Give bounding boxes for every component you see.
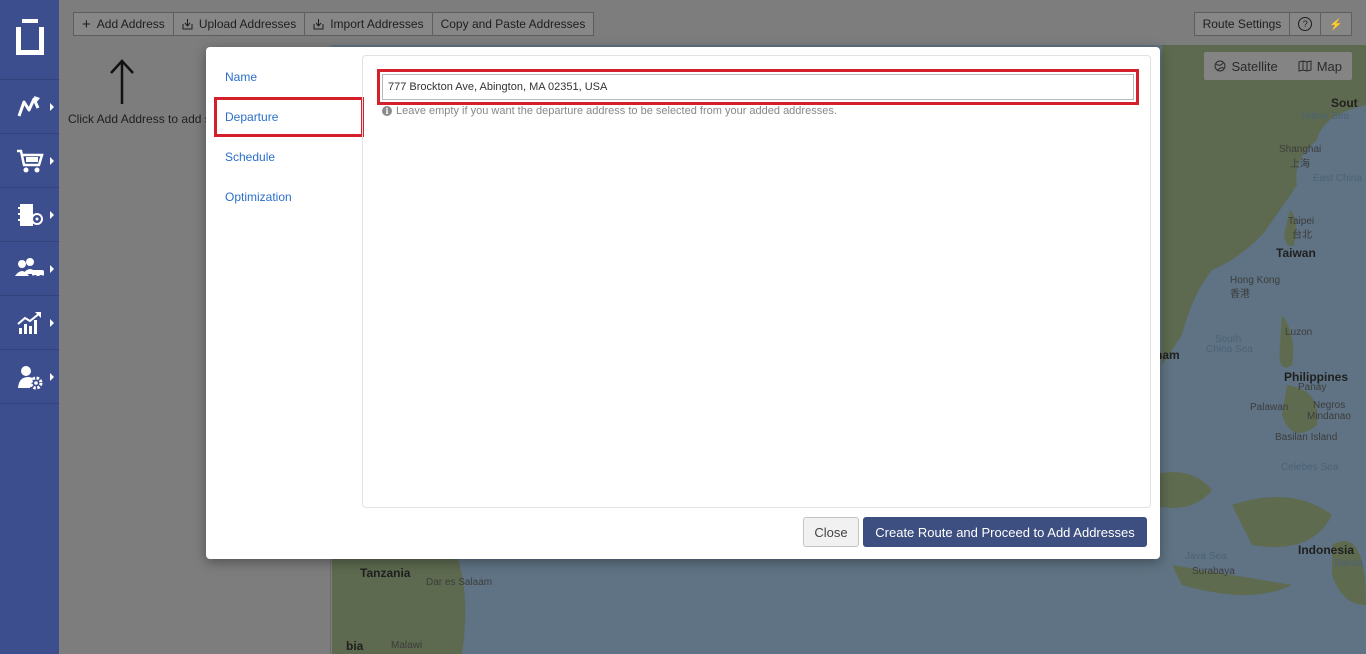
help-icon: ?: [1298, 17, 1313, 31]
map-label: Luzon: [1285, 327, 1313, 338]
step-name[interactable]: Name: [214, 57, 362, 97]
step-departure[interactable]: Departure: [214, 97, 364, 137]
route-planner-icon: [17, 95, 40, 117]
import-icon: [313, 19, 324, 30]
map-label: Banda: [1334, 558, 1363, 569]
arrow-up-icon: [110, 59, 134, 104]
empty-list-hint: Click Add Address to add st: [68, 112, 215, 126]
map-label: Palawan: [1250, 402, 1289, 413]
close-button[interactable]: Close: [803, 517, 859, 547]
address-book-icon: [17, 203, 43, 226]
map-label: Negros: [1313, 400, 1346, 411]
globe-icon: [1214, 60, 1226, 72]
departure-help: i Leave empty if you want the departure …: [382, 105, 837, 117]
map-label: Yellow Sea: [1300, 111, 1350, 122]
step-optimization[interactable]: Optimization: [214, 177, 362, 217]
step-schedule[interactable]: Schedule: [214, 137, 362, 177]
map-label: East China: [1313, 173, 1362, 184]
map-label: Basilan Island: [1275, 432, 1338, 443]
departure-help-text: Leave empty if you want the departure ad…: [396, 105, 837, 117]
route-toolbar: Route Settings ? ⚡: [1193, 12, 1352, 36]
nav-address-book[interactable]: [0, 188, 59, 242]
nav-user-settings[interactable]: [0, 350, 59, 404]
map-label: Panay: [1298, 382, 1327, 393]
app-logo[interactable]: [0, 0, 59, 80]
add-address-label: Add Address: [96, 17, 165, 31]
route-settings-button[interactable]: Route Settings: [1195, 13, 1291, 35]
map-label: Tanzania: [360, 566, 411, 580]
help-button[interactable]: ?: [1290, 13, 1322, 35]
main-sidebar: [0, 0, 59, 654]
quick-action-button[interactable]: ⚡: [1321, 13, 1351, 35]
map-label: Taiwan: [1276, 246, 1316, 260]
nav-analytics[interactable]: [0, 296, 59, 350]
map-icon: [1298, 60, 1312, 72]
nav-team[interactable]: [0, 242, 59, 296]
nav-orders[interactable]: [0, 134, 59, 188]
map-label: Java Sea: [1185, 551, 1227, 562]
map-label: 台北: [1292, 230, 1312, 241]
import-addresses-button[interactable]: Import Addresses: [305, 13, 433, 35]
lightning-icon: ⚡: [1329, 18, 1343, 31]
address-toolbar: + Add Address Upload Addresses Import Ad…: [73, 12, 595, 36]
chevron-right-icon: [50, 102, 54, 111]
upload-addresses-button[interactable]: Upload Addresses: [174, 13, 306, 35]
create-route-button[interactable]: Create Route and Proceed to Add Addresse…: [863, 517, 1147, 547]
map-label: Indonesia: [1298, 543, 1355, 557]
map-toggle[interactable]: Map: [1288, 52, 1352, 80]
map-label: bia: [346, 639, 364, 653]
copy-paste-addresses-button[interactable]: Copy and Paste Addresses: [433, 13, 594, 35]
plus-icon: +: [82, 15, 91, 33]
chevron-right-icon: [50, 372, 54, 381]
map-label: Mindanao: [1307, 411, 1351, 422]
map-label: Map: [1316, 58, 1342, 74]
upload-addresses-label: Upload Addresses: [198, 17, 297, 31]
analytics-chart-icon: [16, 311, 41, 334]
chevron-right-icon: [50, 156, 54, 165]
departure-panel: i Leave empty if you want the departure …: [362, 55, 1151, 508]
map-label: China Sea: [1206, 344, 1253, 355]
create-route-dialog: Name Departure Schedule Optimization i L…: [206, 47, 1160, 559]
nav-route-planner[interactable]: [0, 80, 59, 134]
add-address-button[interactable]: + Add Address: [74, 13, 174, 35]
map-label: 香港: [1230, 289, 1250, 300]
satellite-toggle[interactable]: Satellite: [1204, 52, 1287, 80]
map-label: Malawi: [391, 640, 423, 651]
departure-address-input[interactable]: [382, 74, 1134, 100]
import-addresses-label: Import Addresses: [330, 17, 424, 31]
satellite-label: Satellite: [1231, 58, 1278, 74]
map-label: Dar es Salaam: [426, 577, 493, 588]
map-label: Sout: [1331, 96, 1358, 110]
copy-paste-addresses-label: Copy and Paste Addresses: [440, 17, 586, 31]
upload-icon: [182, 19, 193, 30]
shopping-cart-icon: [16, 149, 44, 172]
map-label: Surabaya: [1192, 566, 1235, 577]
chevron-right-icon: [50, 264, 54, 273]
team-vehicles-icon: [14, 257, 44, 279]
route-settings-label: Route Settings: [1202, 17, 1282, 31]
chevron-right-icon: [50, 210, 54, 219]
chevron-right-icon: [50, 318, 54, 327]
map-label: Celebes Sea: [1281, 462, 1339, 473]
logo-icon: [15, 18, 44, 55]
map-type-switcher: Satellite Map: [1204, 52, 1352, 80]
user-settings-icon: [17, 365, 42, 389]
map-label: Shanghai: [1279, 144, 1322, 155]
info-icon: i: [382, 106, 392, 116]
map-label: 上海: [1290, 159, 1310, 170]
dialog-step-nav: Name Departure Schedule Optimization: [214, 57, 364, 217]
